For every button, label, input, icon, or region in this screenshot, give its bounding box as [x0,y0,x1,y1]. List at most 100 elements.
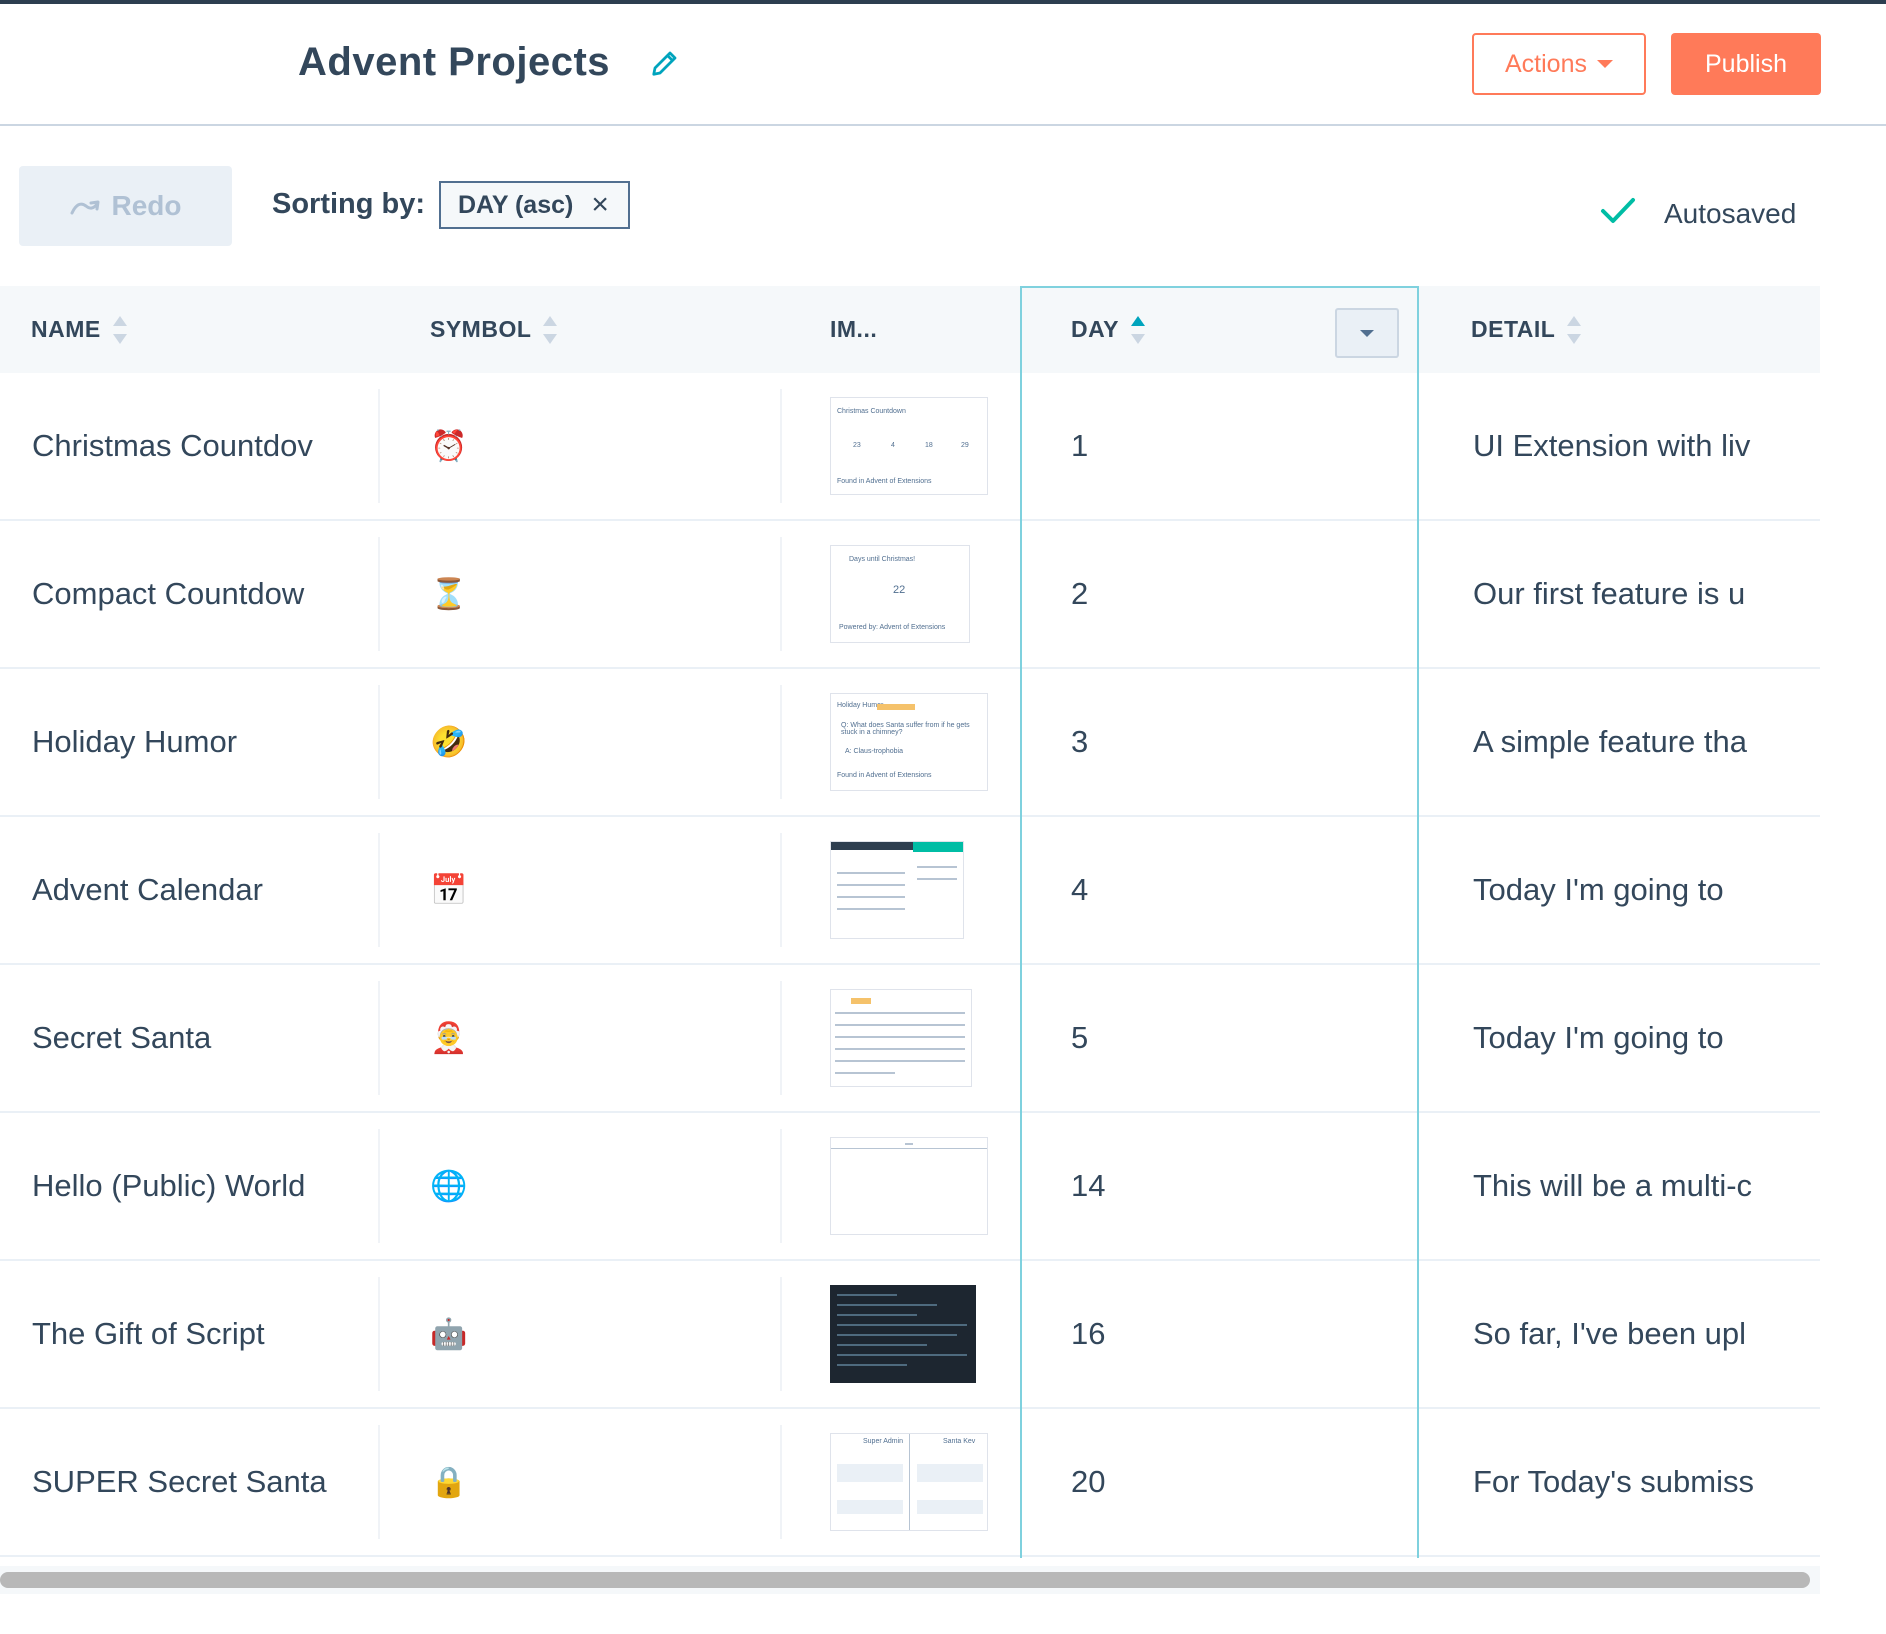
cell-day[interactable]: 14 [1071,1113,1371,1259]
thumb-line [835,1012,965,1014]
table-row[interactable]: Hello (Public) World 🌐 14 This will be a… [0,1113,1820,1261]
column-menu-button[interactable] [1335,308,1399,358]
column-header-name[interactable]: NAME [31,286,127,373]
thumb-line [837,1304,937,1306]
column-header-detail[interactable]: DETAIL [1471,286,1582,373]
thumb-text: 29 [961,442,969,449]
cell-image[interactable]: Holiday Humor Q: What does Santa suffer … [830,669,990,815]
cell-detail[interactable]: This will be a multi-c [1473,1113,1770,1259]
cell-name[interactable]: Christmas Countdov [32,373,330,519]
column-header-label: DAY [1071,316,1119,342]
pencil-icon[interactable] [650,48,680,78]
actions-button-label: Actions [1505,49,1587,78]
table-row[interactable]: Advent Calendar 📅 4 Today I'm going to [0,817,1820,965]
cell-day[interactable]: 20 [1071,1409,1371,1555]
column-header-label: IM... [830,316,878,342]
calendar-icon: 📅 [430,873,468,907]
column-header-symbol[interactable]: SYMBOL [430,286,558,373]
column-header-day[interactable]: DAY [1071,286,1145,373]
cell-detail[interactable]: Our first feature is u [1473,521,1770,667]
cell-image[interactable] [830,965,990,1111]
table-row[interactable]: Holiday Humor 🤣 Holiday Humor Q: What do… [0,669,1820,817]
cell-day[interactable]: 5 [1071,965,1371,1111]
cell-day[interactable]: 4 [1071,817,1371,963]
table-row[interactable]: Christmas Countdov ⏰ Christmas Countdown… [0,373,1820,521]
actions-button[interactable]: Actions [1472,33,1646,95]
cell-detail[interactable]: So far, I've been upl [1473,1261,1770,1407]
sort-icon [543,315,558,344]
sort-asc-icon [1130,315,1145,344]
close-icon[interactable]: × [591,190,609,220]
robot-icon: 🤖 [430,1317,468,1351]
check-icon [1601,198,1635,223]
cell-day[interactable]: 16 [1071,1261,1371,1407]
thumbnail-image [830,989,972,1087]
cell-image[interactable] [830,1261,990,1407]
table-row[interactable]: Compact Countdow ⏳ Days until Christmas!… [0,521,1820,669]
thumb-line [837,1314,917,1316]
thumb-line [837,884,905,886]
alarm-clock-icon: ⏰ [430,429,468,463]
badge-highlight [851,998,871,1004]
thumb-box [837,1500,903,1514]
thumbnail-image: Super Admin Santa Kev [830,1433,988,1531]
thumb-line [837,1294,897,1296]
horizontal-scrollbar-thumb[interactable] [0,1572,1810,1588]
cell-detail[interactable]: Today I'm going to [1473,965,1770,1111]
cell-image[interactable] [830,817,990,963]
table-row[interactable]: Secret Santa 🤶 5 Today I'm going to [0,965,1820,1113]
cell-detail[interactable]: UI Extension with liv [1473,373,1770,519]
thumb-text: Days until Christmas! [849,556,916,563]
table-row[interactable]: The Gift of Script 🤖 16 So far, I've bee… [0,1261,1820,1409]
page-title: Advent Projects [298,40,611,84]
cell-name[interactable]: Advent Calendar [32,817,330,963]
cell-image[interactable]: Christmas Countdown 23 4 18 29 Found in … [830,373,990,519]
redo-button[interactable]: Redo [19,166,232,246]
table-row[interactable]: SUPER Secret Santa 🔒 Super Admin Santa K… [0,1409,1820,1557]
cell-name[interactable]: The Gift of Script [32,1261,330,1407]
cell-name[interactable]: Secret Santa [32,965,330,1111]
publish-button[interactable]: Publish [1671,33,1821,95]
column-divider [378,1277,380,1391]
column-divider [780,537,782,651]
thumb-line [837,908,905,910]
caret-down-icon [1360,329,1374,337]
thumb-line [835,1024,965,1026]
column-header-label: DETAIL [1471,316,1556,342]
cell-name[interactable]: Holiday Humor [32,669,330,815]
thumbnail-image: Holiday Humor Q: What does Santa suffer … [830,693,988,791]
column-divider [780,1129,782,1243]
thumb-line [837,1354,967,1356]
thumb-text: 4 [891,442,895,449]
thumb-line [837,872,905,874]
cell-detail[interactable]: A simple feature tha [1473,669,1770,815]
thumb-text: A: Claus-trophobia [845,748,903,755]
column-divider [780,685,782,799]
column-divider [378,685,380,799]
thumb-line [835,1060,965,1062]
sort-chip[interactable]: DAY (asc) × [439,181,630,229]
cell-name[interactable]: SUPER Secret Santa [32,1409,330,1555]
cell-day[interactable]: 3 [1071,669,1371,815]
column-header-image[interactable]: IM... [830,286,877,373]
cell-image[interactable]: Super Admin Santa Kev [830,1409,990,1555]
thumbnail-image [830,841,964,939]
thumb-text: Super Admin [863,1438,904,1445]
thumb-line [835,1036,965,1038]
cell-image[interactable] [830,1113,990,1259]
cell-name[interactable]: Compact Countdow [32,521,330,667]
cell-name[interactable]: Hello (Public) World [32,1113,330,1259]
cell-image[interactable]: Days until Christmas! 22 Powered by: Adv… [830,521,990,667]
hourglass-icon: ⏳ [430,577,468,611]
column-divider [378,833,380,947]
column-divider [378,1129,380,1243]
thumb-box [917,1464,983,1482]
cell-day[interactable]: 2 [1071,521,1371,667]
thumb-text: Found in Advent of Extensions [837,478,932,485]
thumbnail-image [830,1137,988,1235]
cell-day[interactable]: 1 [1071,373,1371,519]
column-divider [780,981,782,1095]
cell-detail[interactable]: Today I'm going to [1473,817,1770,963]
thumb-text: Santa Kev [943,1438,976,1445]
cell-detail[interactable]: For Today's submiss [1473,1409,1770,1555]
